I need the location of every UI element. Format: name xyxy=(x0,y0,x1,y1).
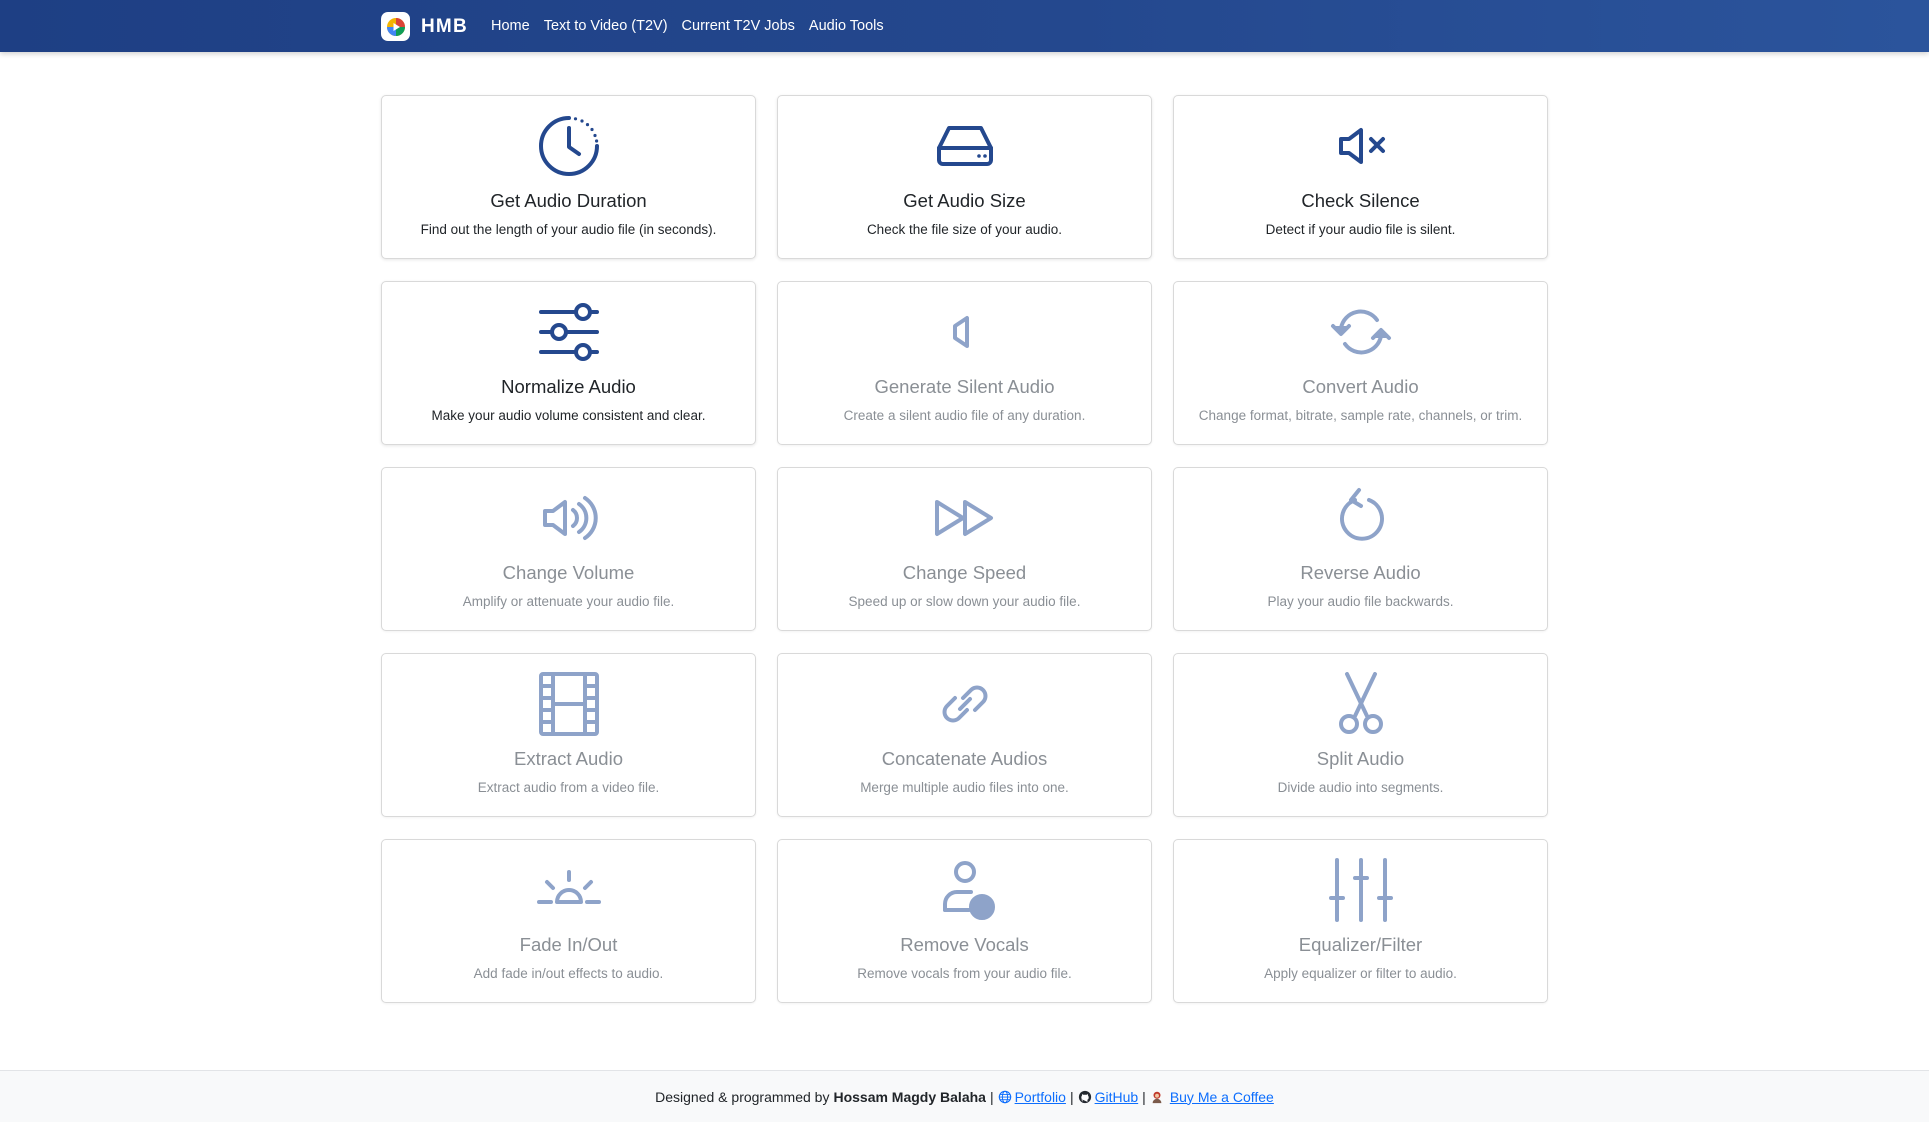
tool-card-equalizer-filter[interactable]: Equalizer/Filter Apply equalizer or filt… xyxy=(1173,839,1548,1003)
tool-description: Change format, bitrate, sample rate, cha… xyxy=(1198,408,1523,423)
rotate-left-icon xyxy=(1329,486,1393,550)
github-link-label: GitHub xyxy=(1094,1088,1139,1105)
coffee-avatar-icon xyxy=(1152,1091,1162,1103)
tool-title: Split Audio xyxy=(1316,748,1405,769)
tool-title: Remove Vocals xyxy=(900,934,1029,955)
tool-title: Extract Audio xyxy=(513,748,623,769)
tool-title: Get Audio Duration xyxy=(490,190,647,211)
speaker-off-icon xyxy=(933,300,997,364)
film-icon xyxy=(537,672,601,736)
footer-separator: | xyxy=(1069,1088,1074,1105)
tool-description: Divide audio into segments. xyxy=(1277,780,1444,795)
tool-title: Change Speed xyxy=(902,562,1027,583)
tool-description: Make your audio volume consistent and cl… xyxy=(431,408,706,423)
nav-current-t2v-jobs[interactable]: Current T2V Jobs xyxy=(682,18,795,34)
scissors-icon xyxy=(1329,672,1393,736)
nav-home[interactable]: Home xyxy=(491,18,530,34)
tool-title: Generate Silent Audio xyxy=(874,376,1055,397)
tool-title: Equalizer/Filter xyxy=(1298,934,1423,955)
tool-description: Check the file size of your audio. xyxy=(866,222,1063,237)
tool-description: Amplify or attenuate your audio file. xyxy=(462,594,675,609)
tool-title: Get Audio Size xyxy=(903,190,1026,211)
tool-card-generate-silent-audio[interactable]: Generate Silent Audio Create a silent au… xyxy=(777,281,1152,445)
footer: Designed & programmed by Hossam Magdy Ba… xyxy=(0,1070,1929,1122)
tool-title: Concatenate Audios xyxy=(881,748,1048,769)
github-icon xyxy=(1078,1090,1091,1103)
footer-author: Hossam Magdy Balaha xyxy=(833,1088,986,1105)
person-icon xyxy=(933,858,997,922)
tool-description: Extract audio from a video file. xyxy=(477,780,660,795)
globe-icon xyxy=(998,1090,1011,1103)
audio-tools-grid: Get Audio Duration Find out the length o… xyxy=(381,95,1548,1003)
buy-me-a-coffee-label: Buy Me a Coffee xyxy=(1169,1088,1274,1105)
tool-description: Detect if your audio file is silent. xyxy=(1265,222,1456,237)
portfolio-link[interactable]: Portfolio xyxy=(998,1089,1066,1105)
equalizer-icon xyxy=(1328,858,1393,922)
tool-description: Apply equalizer or filter to audio. xyxy=(1264,966,1457,981)
tool-card-normalize-audio[interactable]: Normalize Audio Make your audio volume c… xyxy=(381,281,756,445)
fast-forward-icon xyxy=(933,486,997,550)
portfolio-link-label: Portfolio xyxy=(1014,1088,1066,1105)
tool-card-check-silence[interactable]: Check Silence Detect if your audio file … xyxy=(1173,95,1548,259)
sliders-icon xyxy=(537,300,601,364)
github-link[interactable]: GitHub xyxy=(1078,1088,1139,1105)
brand-logo-icon xyxy=(381,12,410,41)
tool-description: Find out the length of your audio file (… xyxy=(420,222,717,237)
tool-title: Normalize Audio xyxy=(501,376,636,397)
tool-card-extract-audio[interactable]: Extract Audio Extract audio from a video… xyxy=(381,653,756,817)
nav-audio-tools[interactable]: Audio Tools xyxy=(809,18,884,34)
tool-title: Change Volume xyxy=(502,562,635,583)
tool-card-change-volume[interactable]: Change Volume Amplify or attenuate your … xyxy=(381,467,756,631)
tool-description: Remove vocals from your audio file. xyxy=(857,966,1072,981)
footer-separator: | xyxy=(1142,1088,1146,1105)
footer-separator: | xyxy=(989,1088,994,1105)
tool-card-get-audio-size[interactable]: Get Audio Size Check the file size of yo… xyxy=(777,95,1152,259)
volume-up-icon xyxy=(537,486,601,550)
tool-title: Check Silence xyxy=(1301,190,1420,211)
link-icon xyxy=(933,672,997,736)
footer-prefix: Designed & programmed by xyxy=(655,1088,830,1105)
tool-card-fade-in-out[interactable]: Fade In/Out Add fade in/out effects to a… xyxy=(381,839,756,1003)
brand-name: HMB xyxy=(421,15,468,37)
tool-description: Play your audio file backwards. xyxy=(1267,594,1454,609)
tool-description: Merge multiple audio files into one. xyxy=(860,780,1069,795)
tool-title: Reverse Audio xyxy=(1300,562,1421,583)
tool-card-change-speed[interactable]: Change Speed Speed up or slow down your … xyxy=(777,467,1152,631)
clock-icon xyxy=(537,114,601,178)
top-navbar: HMB Home Text to Video (T2V) Current T2V… xyxy=(0,0,1929,52)
tool-card-remove-vocals[interactable]: Remove Vocals Remove vocals from your au… xyxy=(777,839,1152,1003)
tool-title: Convert Audio xyxy=(1302,376,1419,397)
hard-drive-icon xyxy=(933,114,997,178)
tool-card-get-audio-duration[interactable]: Get Audio Duration Find out the length o… xyxy=(381,95,756,259)
nav-text-to-video[interactable]: Text to Video (T2V) xyxy=(544,18,668,34)
nav-links: Home Text to Video (T2V) Current T2V Job… xyxy=(491,0,898,52)
tool-description: Speed up or slow down your audio file. xyxy=(848,594,1081,609)
tool-description: Add fade in/out effects to audio. xyxy=(473,966,664,981)
tool-card-reverse-audio[interactable]: Reverse Audio Play your audio file backw… xyxy=(1173,467,1548,631)
tool-card-split-audio[interactable]: Split Audio Divide audio into segments. xyxy=(1173,653,1548,817)
buy-me-a-coffee-link[interactable]: Buy Me a Coffee xyxy=(1150,1089,1274,1105)
tool-title: Fade In/Out xyxy=(519,934,618,955)
brand[interactable]: HMB xyxy=(381,12,468,41)
refresh-icon xyxy=(1329,300,1393,364)
volume-mute-icon xyxy=(1329,114,1393,178)
tool-description: Create a silent audio file of any durati… xyxy=(843,408,1086,423)
sunrise-icon xyxy=(536,858,601,922)
tool-card-concatenate-audios[interactable]: Concatenate Audios Merge multiple audio … xyxy=(777,653,1152,817)
tool-card-convert-audio[interactable]: Convert Audio Change format, bitrate, sa… xyxy=(1173,281,1548,445)
